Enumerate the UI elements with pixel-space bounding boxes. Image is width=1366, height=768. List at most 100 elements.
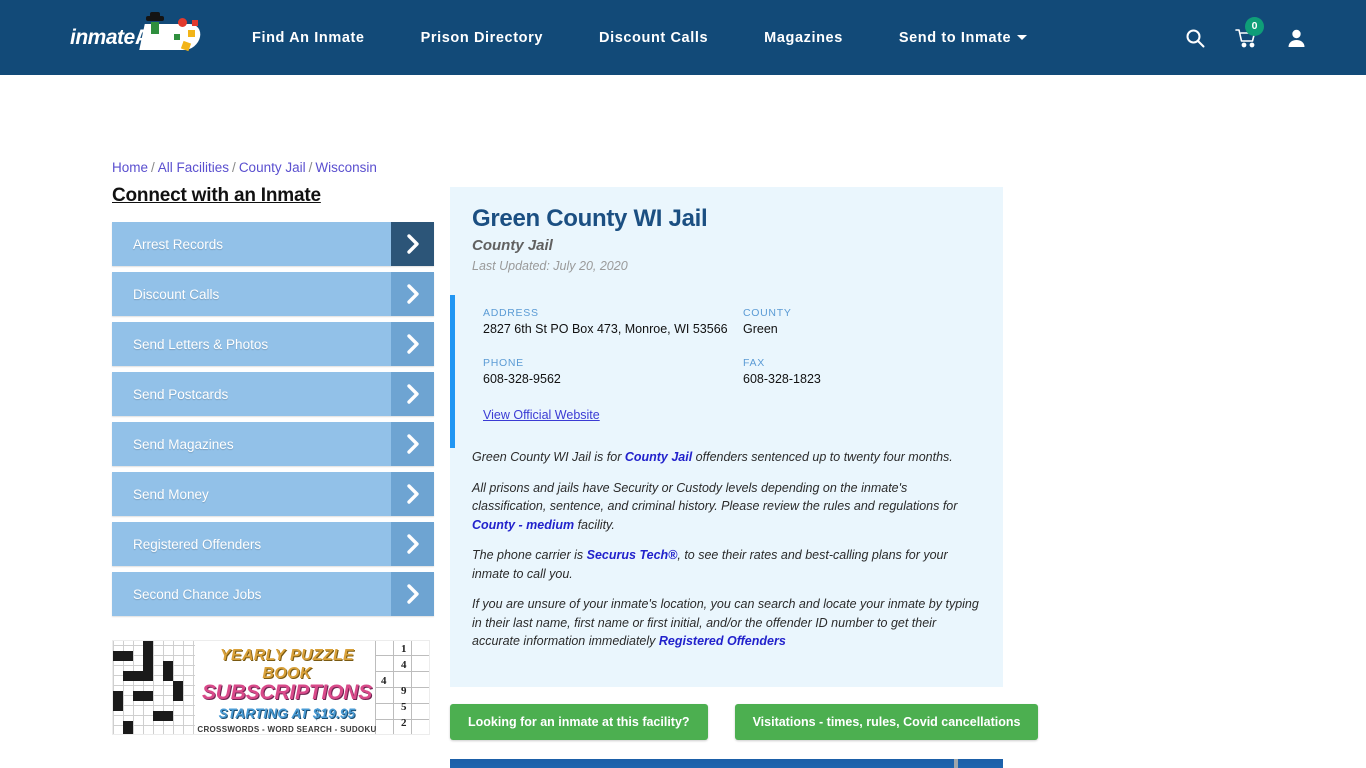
puzzle-book-ad-banner[interactable]: 1 4 4 9 5 2 YEARLY PUZZLE BOOK SUBSCRIPT… (112, 640, 430, 735)
chevron-down-icon (1017, 35, 1028, 41)
county-field: COUNTY Green (743, 307, 1003, 337)
info-row-1: ADDRESS 2827 6th St PO Box 473, Monroe, … (483, 307, 1003, 337)
description-paragraph-1: Green County WI Jail is for County Jail … (472, 448, 979, 467)
breadcrumb-item-wisconsin[interactable]: Wisconsin (315, 160, 377, 175)
logo-confetti-icon (178, 17, 187, 27)
breadcrumb: Home / All Facilities / County Jail / Wisconsi… (112, 160, 377, 175)
desc-p3-pre: The phone carrier is (472, 548, 587, 562)
address-value: 2827 6th St PO Box 473, Monroe, WI 53566 (483, 322, 728, 336)
sudoku-cell: 5 (401, 701, 407, 713)
nav-item-find-an-inmate[interactable]: Find An Inmate (252, 30, 365, 46)
search-icon[interactable] (1185, 28, 1205, 48)
county-value: Green (743, 322, 778, 336)
view-official-website-link[interactable]: View Official Website (483, 408, 600, 422)
sidebar-item-send-postcards[interactable]: Send Postcards (112, 372, 434, 416)
ad-line-4: CROSSWORDS - WORD SEARCH - SUDOKU - BRAI… (197, 725, 377, 734)
link-registered-offenders[interactable]: Registered Offenders (659, 634, 786, 648)
header-icon-group: 0 (1185, 0, 1306, 75)
desc-p2-post: facility. (574, 517, 615, 532)
sidebar-item-label: Send Money (133, 486, 209, 502)
sidebar-item-discount-calls[interactable]: Discount Calls (112, 272, 434, 316)
fax-label: FAX (743, 357, 765, 369)
ad-line-1: YEARLY PUZZLE BOOK (220, 647, 354, 682)
ad-text-block: YEARLY PUZZLE BOOK SUBSCRIPTIONS STARTIN… (197, 647, 377, 734)
facility-panel: Green County WI Jail County Jail Last Up… (450, 187, 1003, 687)
crossword-grid-graphic (113, 641, 195, 734)
nav-item-prison-directory[interactable]: Prison Directory (421, 30, 543, 46)
nav-item-magazines[interactable]: Magazines (764, 30, 843, 46)
sidebar-item-label: Send Magazines (133, 436, 234, 452)
breadcrumb-separator: / (308, 160, 313, 175)
sudoku-cell: 4 (381, 675, 387, 687)
sidebar-title: Connect with an Inmate (112, 185, 321, 206)
sidebar-item-send-letters-and-photos[interactable]: Send Letters & Photos (112, 322, 434, 366)
address-field: ADDRESS 2827 6th St PO Box 473, Monroe, … (483, 307, 743, 337)
breadcrumb-separator: / (151, 160, 155, 175)
sidebar-item-label: Second Chance Jobs (133, 586, 262, 602)
looking-for-inmate-button[interactable]: Looking for an inmate at this facility? (450, 703, 708, 740)
ad-line-3: STARTING AT $19.95 (218, 706, 356, 721)
ad-line-2: SUBSCRIPTIONS (201, 681, 373, 704)
nav-item-discount-calls[interactable]: Discount Calls (599, 30, 708, 46)
main-content: Green County WI Jail County Jail Last Up… (450, 187, 1039, 768)
action-button-row: Looking for an inmate at this facility? … (450, 703, 1039, 740)
link-county-jail[interactable]: County Jail (625, 450, 692, 464)
desc-p1-pre: Green County WI Jail is for (472, 450, 625, 464)
cart-count-badge: 0 (1245, 16, 1264, 36)
sudoku-cell: 9 (401, 685, 407, 697)
user-icon[interactable] (1287, 28, 1306, 48)
facility-description: Green County WI Jail is for County Jail … (450, 448, 1003, 685)
facility-header: Green County WI Jail County Jail Last Up… (450, 187, 1003, 273)
sidebar-item-registered-offenders[interactable]: Registered Offenders (112, 522, 434, 566)
sudoku-cell: 4 (401, 659, 407, 671)
chevron-right-icon (391, 272, 434, 316)
link-securus-tech[interactable]: Securus Tech® (587, 548, 678, 562)
phone-label: PHONE (483, 357, 524, 369)
flagpole-graphic (954, 758, 958, 768)
nav-item-send-to-inmate[interactable]: Send to Inmate (898, 29, 1028, 46)
fax-field: FAX 608-328-1823 (743, 357, 1003, 387)
sudoku-cell: 2 (401, 717, 407, 729)
facility-photo (450, 758, 1003, 768)
sidebar-item-label: Send Letters & Photos (133, 336, 269, 352)
logo-figure-icon (146, 11, 166, 46)
visitations-button[interactable]: Visitations - times, rules, Covid cancel… (734, 703, 1039, 740)
nav-label: Find An Inmate (252, 29, 365, 46)
logo-text-inmate: inmate (70, 25, 135, 49)
description-paragraph-2: All prisons and jails have Security or C… (472, 479, 979, 535)
desc-p2-pre: All prisons and jails have Security or C… (472, 480, 958, 514)
link-county-medium[interactable]: County - medium (472, 518, 574, 532)
phone-value: 608-328-9562 (483, 372, 561, 386)
last-updated-text: Last Updated: July 20, 2020 (472, 259, 628, 273)
description-paragraph-3: The phone carrier is Securus Tech®, to s… (472, 546, 979, 583)
county-label: COUNTY (743, 307, 792, 319)
nav-label: Discount Calls (599, 29, 709, 46)
chevron-right-icon (391, 522, 434, 566)
facility-type: County Jail (472, 237, 553, 254)
sidebar-item-send-magazines[interactable]: Send Magazines (112, 422, 434, 466)
sidebar-item-label: Registered Offenders (133, 536, 262, 552)
sidebar-item-second-chance-jobs[interactable]: Second Chance Jobs (112, 572, 434, 616)
nav-label: Send to Inmate (898, 29, 1012, 46)
logo-confetti-icon (174, 33, 180, 40)
address-label: ADDRESS (483, 307, 539, 319)
primary-nav-links: Find An Inmate Prison Directory Discount… (252, 30, 1083, 46)
top-navigation-bar: inmate AID Find An Inmate Prison Directo… (0, 0, 1366, 75)
sidebar-item-label: Send Postcards (133, 386, 229, 402)
cart-icon[interactable]: 0 (1235, 16, 1264, 48)
logo-confetti-icon (188, 29, 195, 37)
site-logo[interactable]: inmate AID (70, 11, 203, 62)
chevron-right-icon (391, 472, 434, 516)
sidebar-item-send-money[interactable]: Send Money (112, 472, 434, 516)
breadcrumb-item-all-facilities[interactable]: All Facilities (158, 160, 229, 175)
facility-info-block: ADDRESS 2827 6th St PO Box 473, Monroe, … (450, 295, 1003, 448)
sidebar-item-arrest-records[interactable]: Arrest Records (112, 222, 434, 266)
description-paragraph-4: If you are unsure of your inmate's locat… (472, 595, 979, 651)
desc-p1-post: offenders sentenced up to twenty four mo… (692, 450, 953, 464)
chevron-right-icon (391, 222, 434, 266)
chevron-right-icon (391, 572, 434, 616)
chevron-right-icon (391, 372, 434, 416)
breadcrumb-item-home[interactable]: Home (112, 160, 148, 175)
sidebar: Connect with an Inmate Arrest Records Di… (112, 185, 434, 735)
breadcrumb-item-county-jail[interactable]: County Jail (239, 160, 306, 175)
